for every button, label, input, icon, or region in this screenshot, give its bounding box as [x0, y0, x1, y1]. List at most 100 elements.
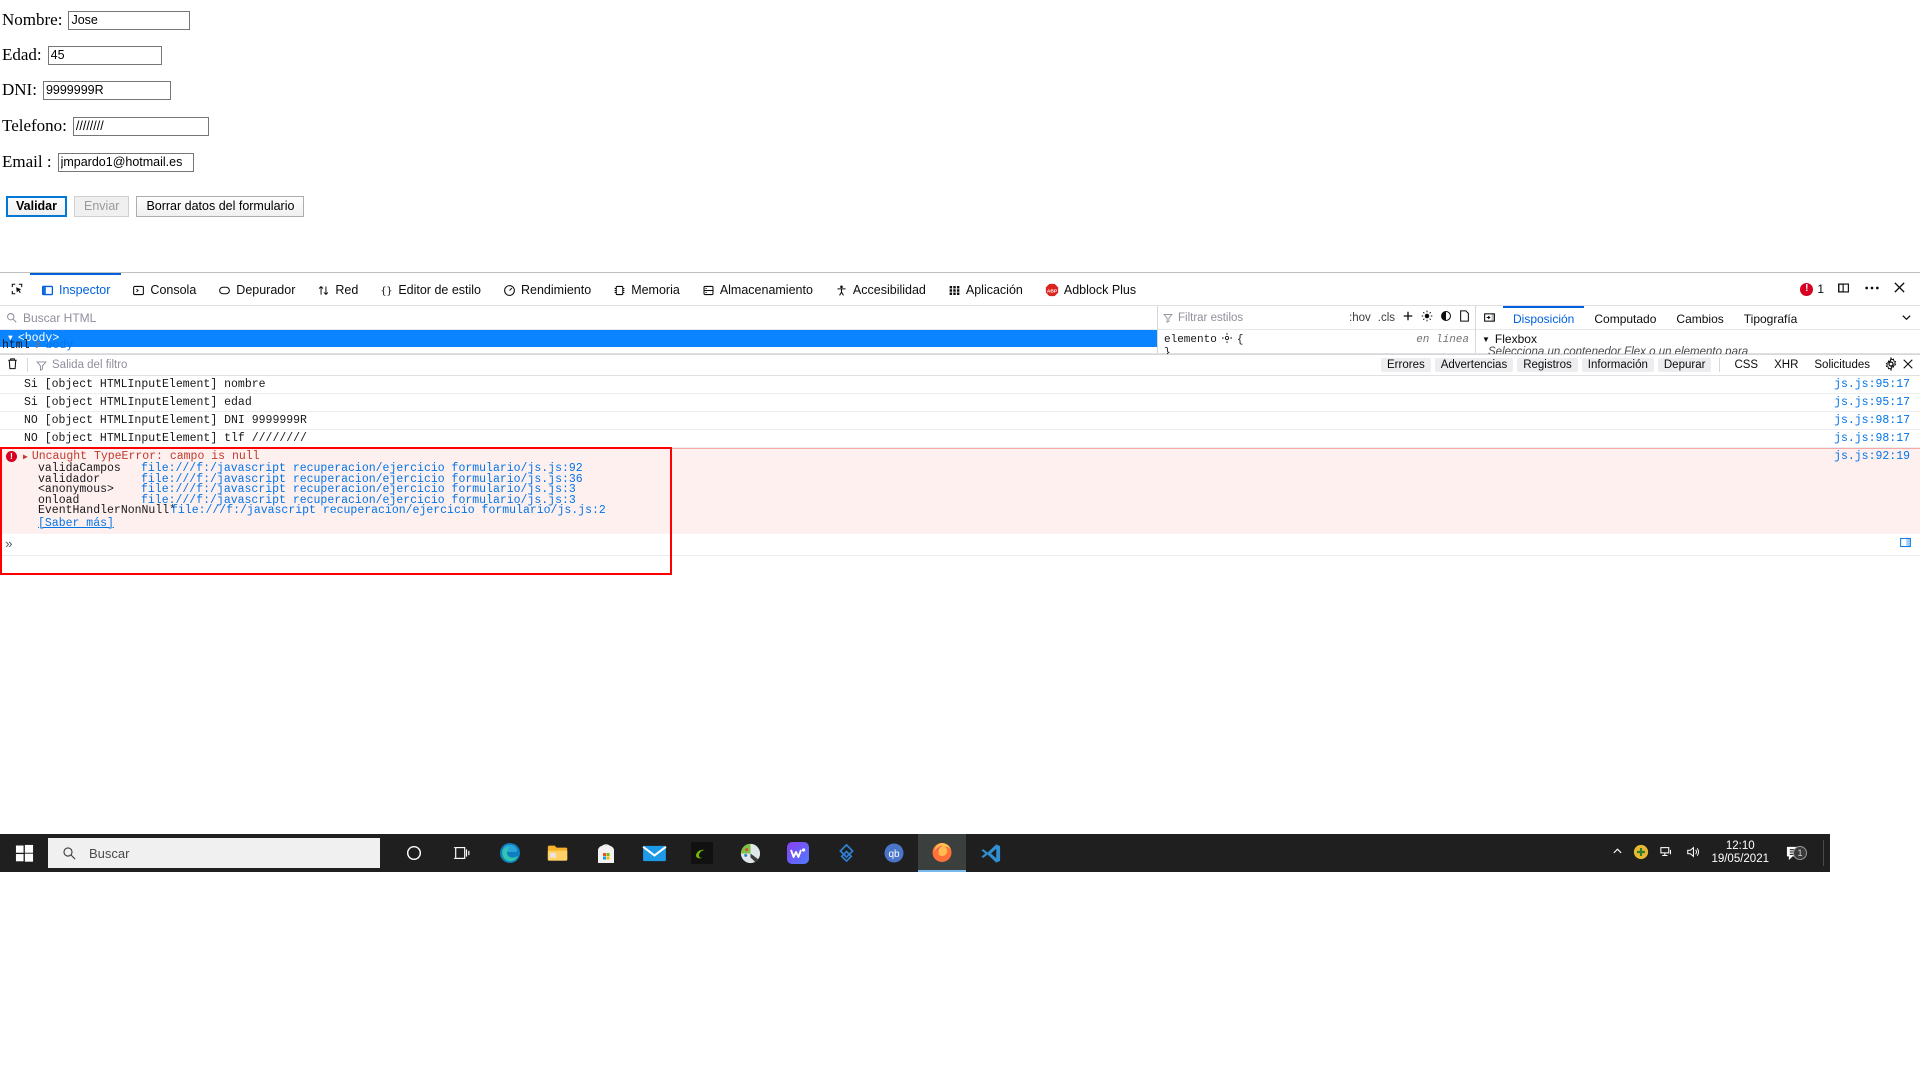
tab-depurador[interactable]: Depurador: [207, 273, 306, 306]
file-explorer-icon[interactable]: [534, 834, 582, 872]
microsoft-edge-icon[interactable]: [486, 834, 534, 872]
filter-depurar[interactable]: Depurar: [1657, 358, 1712, 372]
tab-tipografia[interactable]: Tipografía: [1734, 306, 1808, 329]
filter-css[interactable]: CSS: [1728, 358, 1764, 372]
dock-position-icon[interactable]: [1837, 281, 1851, 298]
error-count-badge[interactable]: ! 1: [1800, 282, 1824, 296]
task-view-icon[interactable]: [438, 834, 486, 872]
class-toggle[interactable]: .cls: [1378, 312, 1395, 324]
element-picker-icon[interactable]: [4, 273, 30, 305]
start-button[interactable]: [0, 834, 48, 872]
nombre-input[interactable]: [68, 10, 191, 30]
tab-almacenamiento[interactable]: Almacenamiento: [691, 273, 824, 306]
stack-frame-row[interactable]: EventHandlerNonNull* file:///f:/javascri…: [0, 505, 1920, 517]
filter-registros[interactable]: Registros: [1517, 358, 1578, 372]
close-console-icon[interactable]: [1902, 358, 1914, 373]
tab-cambios[interactable]: Cambios: [1666, 306, 1733, 329]
log-source-link[interactable]: js.js:98:17: [1834, 432, 1920, 445]
log-source-link[interactable]: js.js:98:17: [1834, 414, 1920, 427]
enviar-button[interactable]: Enviar: [74, 196, 130, 217]
error-source-link[interactable]: js.js:92:19: [1834, 450, 1920, 463]
expand-sidebar-icon[interactable]: [1476, 306, 1503, 329]
stack-file-link[interactable]: file:///f:/javascript recuperacion/ejerc…: [171, 505, 606, 517]
add-rule-icon[interactable]: [1402, 310, 1414, 325]
wattpad-icon[interactable]: [774, 834, 822, 872]
qbittorrent-icon[interactable]: qb: [870, 834, 918, 872]
print-media-icon[interactable]: [1459, 310, 1470, 325]
tab-red[interactable]: Red: [306, 273, 369, 306]
light-scheme-icon[interactable]: [1421, 310, 1433, 325]
log-source-link[interactable]: js.js:95:17: [1834, 378, 1920, 391]
taskbar-clock[interactable]: 12:10 19/05/2021: [1711, 840, 1769, 866]
console-input-prompt[interactable]: »: [0, 534, 1920, 556]
tab-memoria[interactable]: Memoria: [602, 273, 691, 306]
chevron-down-icon[interactable]: [1893, 306, 1920, 329]
edad-input[interactable]: [47, 45, 162, 65]
rule-highlight-icon[interactable]: [1221, 333, 1232, 347]
console-log-row[interactable]: NO [object HTMLInputElement] tlf ///////…: [0, 430, 1920, 448]
borrar-datos-button[interactable]: Borrar datos del formulario: [136, 196, 305, 217]
close-devtools-icon[interactable]: [1893, 281, 1906, 297]
pseudo-class-toggle[interactable]: :hov: [1349, 312, 1371, 324]
tab-editor-de-estilo[interactable]: {} Editor de estilo: [369, 273, 492, 306]
filter-solicitudes[interactable]: Solicitudes: [1808, 358, 1876, 372]
console-log-row[interactable]: Si [object HTMLInputElement] edad js.js:…: [0, 394, 1920, 412]
tab-disposicion[interactable]: Disposición: [1503, 306, 1585, 329]
console-error-block[interactable]: ! ▶ Uncaught TypeError: campo is null js…: [0, 447, 1920, 575]
tab-computado[interactable]: Computado: [1584, 306, 1666, 329]
tab-inspector[interactable]: Inspector: [30, 272, 122, 306]
tab-label: Adblock Plus: [1063, 283, 1137, 297]
console-log-row[interactable]: NO [object HTMLInputElement] DNI 9999999…: [0, 412, 1920, 430]
nvidia-icon[interactable]: [678, 834, 726, 872]
markup-node-body[interactable]: ▼ <body>: [0, 330, 1157, 347]
learn-more-link[interactable]: [Saber más]: [38, 517, 114, 530]
tab-adblock-plus[interactable]: ABP Adblock Plus: [1034, 273, 1147, 306]
tab-aplicacion[interactable]: Aplicación: [937, 273, 1034, 306]
email-input[interactable]: [57, 152, 194, 172]
tab-label: Aplicación: [965, 283, 1023, 297]
search-html-input[interactable]: Buscar HTML: [0, 306, 1157, 330]
security-status-icon[interactable]: [1633, 844, 1649, 863]
paint-icon[interactable]: [726, 834, 774, 872]
collapse-triangle-icon[interactable]: ▼: [1482, 335, 1490, 344]
mail-icon[interactable]: [630, 834, 678, 872]
dark-scheme-icon[interactable]: [1440, 310, 1452, 325]
volume-icon[interactable]: [1685, 845, 1701, 862]
filter-informacion[interactable]: Información: [1581, 358, 1654, 372]
devtools-menu-icon[interactable]: [1864, 281, 1880, 298]
tab-rendimiento[interactable]: Rendimiento: [492, 273, 602, 306]
console-filter-input[interactable]: Salida del filtro: [36, 359, 127, 371]
expand-triangle-icon[interactable]: ▶: [23, 452, 28, 462]
show-hidden-icons-icon[interactable]: [1612, 846, 1623, 860]
tab-consola[interactable]: Consola: [121, 273, 207, 306]
filter-advertencias[interactable]: Advertencias: [1434, 358, 1514, 372]
network-icon[interactable]: [1659, 845, 1675, 862]
tab-label: Inspector: [59, 283, 111, 297]
tab-accesibilidad[interactable]: Accesibilidad: [824, 273, 937, 306]
clear-console-icon[interactable]: [6, 357, 19, 373]
inspector-icon: [41, 285, 54, 295]
firefox-icon[interactable]: [918, 834, 966, 872]
flexbox-section-header[interactable]: ▼ Flexbox: [1476, 330, 1920, 346]
microsoft-store-icon[interactable]: [582, 834, 630, 872]
console-settings-icon[interactable]: [1880, 356, 1898, 374]
dni-input[interactable]: [42, 80, 171, 100]
log-source-link[interactable]: js.js:95:17: [1834, 396, 1920, 409]
breadcrumb-item-html[interactable]: html: [2, 339, 30, 352]
validar-button[interactable]: Validar: [6, 196, 67, 217]
cortana-icon[interactable]: [390, 834, 438, 872]
show-desktop-divider[interactable]: [1823, 840, 1824, 866]
vs-code-icon[interactable]: [966, 834, 1014, 872]
console-split-icon[interactable]: [1899, 536, 1920, 553]
filter-styles-input[interactable]: Filtrar estilos: [1163, 312, 1342, 324]
filter-errores[interactable]: Errores: [1381, 358, 1431, 372]
telefono-input[interactable]: [72, 116, 209, 136]
breadcrumb-item-body[interactable]: body: [46, 339, 74, 352]
rule-source[interactable]: en línea: [1416, 334, 1469, 346]
console-log-row[interactable]: Si [object HTMLInputElement] nombre js.j…: [0, 376, 1920, 394]
console-icon: [133, 285, 145, 295]
taskbar-search-input[interactable]: Buscar: [48, 838, 380, 868]
sketch-icon[interactable]: [822, 834, 870, 872]
notification-center-button[interactable]: 1: [1779, 845, 1809, 862]
filter-xhr[interactable]: XHR: [1768, 358, 1804, 372]
